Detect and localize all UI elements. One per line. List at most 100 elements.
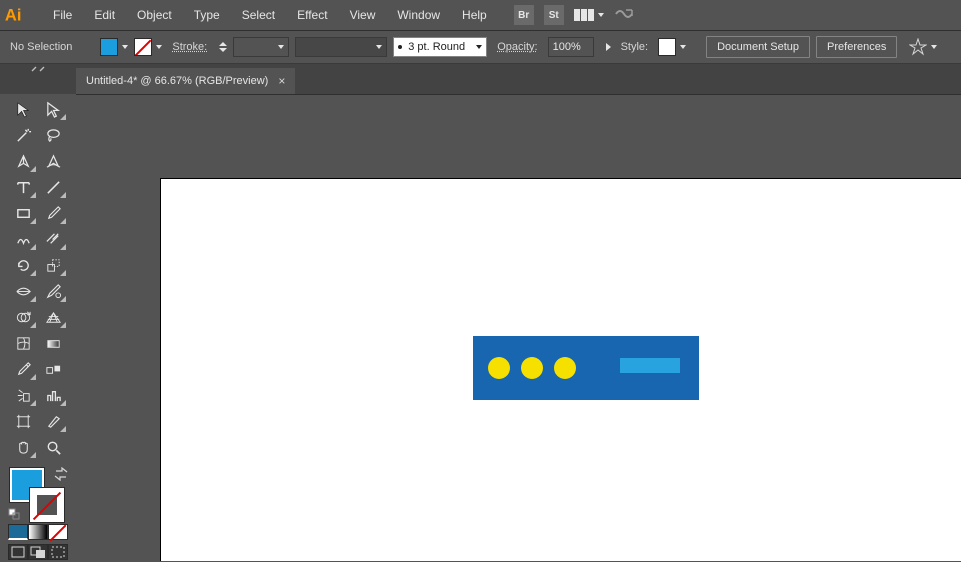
- document-tab-title: Untitled-4* @ 66.67% (RGB/Preview): [86, 75, 268, 87]
- screen-mode-row: [8, 544, 68, 560]
- menu-bar: Ai File Edit Object Type Select Effect V…: [0, 0, 961, 30]
- width-tool[interactable]: [8, 278, 38, 304]
- eyedropper-tool[interactable]: [8, 356, 38, 382]
- shape-builder-tool[interactable]: [8, 304, 38, 330]
- document-setup-button[interactable]: Document Setup: [706, 36, 810, 58]
- brush-definition-label: 3 pt. Round: [408, 41, 472, 53]
- panel-collapse-handle[interactable]: [0, 64, 76, 94]
- control-bar: No Selection Stroke: 3 pt. Round Opacity…: [0, 30, 961, 64]
- selection-status: No Selection: [6, 41, 76, 53]
- artwork-bar: [620, 358, 680, 373]
- stroke-weight-stepper[interactable]: [219, 42, 227, 52]
- menu-view[interactable]: View: [341, 4, 385, 26]
- workspace: [0, 94, 961, 561]
- tools-panel: [0, 94, 76, 561]
- opacity-value: 100%: [553, 41, 581, 53]
- preferences-button[interactable]: Preferences: [816, 36, 897, 58]
- swap-fill-stroke-icon[interactable]: [54, 467, 68, 481]
- slice-tool[interactable]: [38, 408, 68, 434]
- chevron-down-icon: [376, 45, 382, 49]
- artwork-circle: [488, 357, 510, 379]
- chevron-down-icon: [476, 45, 482, 49]
- paintbrush-tool[interactable]: [38, 200, 68, 226]
- draw-inside-icon[interactable]: [48, 544, 68, 560]
- artwork-circle: [521, 357, 543, 379]
- fill-stroke-indicator[interactable]: [8, 466, 68, 520]
- document-tab[interactable]: Untitled-4* @ 66.67% (RGB/Preview) ×: [76, 68, 295, 94]
- none-mode[interactable]: [48, 524, 68, 540]
- rotate-tool[interactable]: [8, 252, 38, 278]
- gpu-preview-button[interactable]: [614, 6, 634, 25]
- draw-mode-row: [8, 524, 68, 540]
- fill-color-icon: [100, 38, 118, 56]
- close-icon[interactable]: ×: [278, 74, 285, 88]
- menu-effect[interactable]: Effect: [288, 4, 336, 26]
- direct-selection-tool[interactable]: [38, 96, 68, 122]
- curvature-tool[interactable]: [38, 148, 68, 174]
- menu-object[interactable]: Object: [128, 4, 181, 26]
- default-fill-stroke-icon[interactable]: [8, 508, 20, 520]
- opacity-label[interactable]: Opacity:: [493, 41, 541, 53]
- pen-tool[interactable]: [8, 148, 38, 174]
- type-tool[interactable]: [8, 174, 38, 200]
- stroke-weight-field[interactable]: [233, 37, 289, 57]
- artboard-tool[interactable]: [8, 408, 38, 434]
- app-logo: Ai: [4, 4, 26, 26]
- no-stroke-icon: [134, 38, 152, 56]
- mesh-tool[interactable]: [8, 330, 38, 356]
- fill-swatch[interactable]: [100, 36, 128, 58]
- artwork-shape[interactable]: [473, 336, 699, 400]
- zoom-tool[interactable]: [38, 434, 68, 460]
- dot-icon: [398, 45, 402, 49]
- gradient-mode[interactable]: [28, 524, 48, 540]
- svg-text:Ai: Ai: [5, 7, 22, 25]
- magic-wand-tool[interactable]: [8, 122, 38, 148]
- canvas-area[interactable]: [76, 94, 961, 561]
- draw-normal-icon[interactable]: [8, 544, 28, 560]
- opacity-field[interactable]: 100%: [548, 37, 594, 57]
- color-mode[interactable]: [8, 524, 28, 540]
- perspective-grid-tool[interactable]: [38, 304, 68, 330]
- stroke-indicator[interactable]: [30, 488, 64, 522]
- menu-help[interactable]: Help: [453, 4, 496, 26]
- draw-behind-icon[interactable]: [28, 544, 48, 560]
- chevron-down-icon: [931, 45, 937, 49]
- graphic-style[interactable]: [658, 36, 686, 58]
- menu-file[interactable]: File: [44, 4, 81, 26]
- chevron-right-icon[interactable]: [606, 43, 611, 51]
- free-transform-tool[interactable]: [38, 278, 68, 304]
- selection-tool[interactable]: [8, 96, 38, 122]
- chevron-down-icon: [680, 45, 686, 49]
- chevron-down-icon: [278, 45, 284, 49]
- lasso-tool[interactable]: [38, 122, 68, 148]
- style-label: Style:: [617, 41, 653, 53]
- menu-type[interactable]: Type: [185, 4, 229, 26]
- stroke-label[interactable]: Stroke:: [168, 41, 211, 53]
- scale-tool[interactable]: [38, 252, 68, 278]
- eraser-tool[interactable]: [38, 226, 68, 252]
- brush-definition[interactable]: 3 pt. Round: [393, 37, 487, 57]
- document-tab-row: Untitled-4* @ 66.67% (RGB/Preview) ×: [0, 64, 961, 94]
- artwork-circle: [554, 357, 576, 379]
- rectangle-tool[interactable]: [8, 200, 38, 226]
- blend-tool[interactable]: [38, 356, 68, 382]
- menu-select[interactable]: Select: [233, 4, 284, 26]
- chevron-down-icon: [156, 45, 162, 49]
- gradient-tool[interactable]: [38, 330, 68, 356]
- line-segment-tool[interactable]: [38, 174, 68, 200]
- variable-width-profile[interactable]: [295, 37, 387, 57]
- stock-button[interactable]: St: [544, 5, 564, 25]
- shaper-tool[interactable]: [8, 226, 38, 252]
- chevron-down-icon: [122, 45, 128, 49]
- arrange-documents-button[interactable]: [574, 9, 604, 21]
- menu-window[interactable]: Window: [388, 4, 449, 26]
- bridge-button[interactable]: Br: [514, 5, 534, 25]
- menu-edit[interactable]: Edit: [85, 4, 124, 26]
- arrange-icon: [574, 9, 594, 21]
- symbol-sprayer-tool[interactable]: [8, 382, 38, 408]
- style-swatch-icon: [658, 38, 676, 56]
- stroke-swatch[interactable]: [134, 36, 162, 58]
- align-to-button[interactable]: [909, 38, 937, 56]
- column-graph-tool[interactable]: [38, 382, 68, 408]
- hand-tool[interactable]: [8, 434, 38, 460]
